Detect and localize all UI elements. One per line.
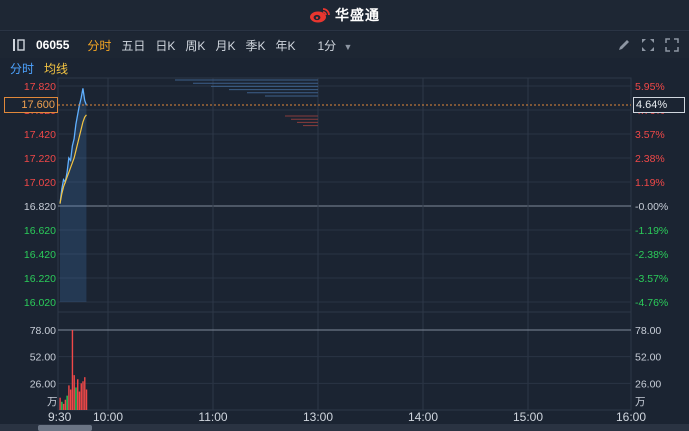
volume-tick-label-right: 78.00 (635, 325, 661, 337)
time-tick-label: 13:00 (303, 410, 333, 424)
scrollbar-track[interactable] (0, 424, 689, 431)
volume-unit-label: 万 (47, 396, 58, 408)
time-tick-label: 16:00 (616, 410, 646, 424)
price-area-fill (60, 88, 87, 303)
volume-bar (78, 391, 81, 410)
pct-tick-label: 3.57% (635, 129, 665, 141)
pct-tick-label: -0.00% (635, 201, 668, 213)
price-tick-label: 16.420 (24, 249, 56, 261)
price-tick-label: 17.220 (24, 153, 56, 165)
plot-frame (57, 77, 632, 411)
volume-bar (66, 395, 68, 410)
volume-bar (64, 399, 67, 410)
volume-bar (69, 389, 72, 410)
volume-bar (61, 401, 63, 410)
pct-tick-label: -1.19% (635, 225, 668, 237)
current-price-box: 17.600 (4, 97, 58, 113)
time-tick-label: 14:00 (408, 410, 438, 424)
time-tick-label: 15:00 (513, 410, 543, 424)
volume-tick-label: 78.00 (30, 325, 56, 337)
pct-tick-label: -2.38% (635, 249, 668, 261)
pct-tick-label: 2.38% (635, 153, 665, 165)
volume-bar (73, 375, 75, 410)
volume-bar (71, 330, 74, 410)
time-tick-label: 10:00 (93, 410, 123, 424)
price-tick-label: 17.020 (24, 177, 56, 189)
price-tick-label: 17.820 (24, 81, 56, 93)
price-tick-label: 16.020 (24, 297, 56, 309)
volume-bar (68, 385, 70, 410)
volume-bar (80, 383, 82, 410)
volume-bar (75, 387, 77, 410)
volume-bar (85, 389, 88, 410)
pct-tick-label: -4.76% (635, 297, 668, 309)
price-tick-label: 16.820 (24, 201, 56, 213)
volume-bar (84, 377, 86, 410)
volume-tick-label: 26.00 (30, 378, 56, 390)
pct-tick-label: -3.57% (635, 273, 668, 285)
volume-bar (62, 403, 65, 410)
volume-unit-label-right: 万 (635, 396, 646, 408)
time-tick-label: 11:00 (198, 410, 227, 424)
volume-tick-label: 52.00 (30, 352, 56, 364)
pct-tick-label: 5.95% (635, 81, 665, 93)
price-tick-label: 16.220 (24, 273, 56, 285)
scrollbar-thumb[interactable] (38, 425, 92, 431)
price-tick-label: 16.620 (24, 225, 56, 237)
volume-bar (82, 381, 84, 410)
volume-tick-label-right: 52.00 (635, 352, 661, 364)
intraday-chart[interactable]: 17.82017.62017.42017.22017.02016.82016.6… (0, 0, 689, 431)
volume-bar (59, 397, 61, 410)
volume-tick-label-right: 26.00 (635, 378, 661, 390)
time-tick-label: 9:30 (48, 410, 72, 424)
current-pct-box: 4.64% (633, 97, 685, 113)
pct-tick-label: 1.19% (635, 177, 665, 189)
price-tick-label: 17.420 (24, 129, 56, 141)
volume-bar (77, 379, 79, 410)
